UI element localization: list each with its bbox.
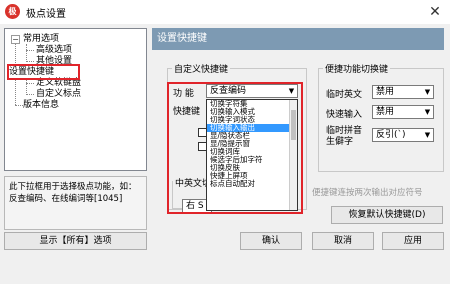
tree-connector <box>26 44 27 62</box>
tree-item-version-info[interactable]: 版本信息 <box>23 100 59 111</box>
quick-input-value: 禁用 <box>376 107 395 117</box>
temp-english-value: 禁用 <box>376 87 395 97</box>
quick-input-select[interactable]: 禁用 ▼ <box>372 105 434 119</box>
panel-header: 设置快捷键 <box>152 28 444 50</box>
highlight-box <box>7 64 80 80</box>
tree-item-custom-punctuation[interactable]: 自定义标点 <box>36 89 81 100</box>
tree-item-advanced-options[interactable]: 高级选项 <box>36 45 72 56</box>
tree-connector <box>26 94 34 95</box>
window-title: 极点设置 <box>26 9 66 20</box>
tree-connector <box>26 50 34 51</box>
title-bar: 极 极点设置 ✕ <box>0 0 450 24</box>
chevron-down-icon: ▼ <box>424 88 431 96</box>
double-press-hint: 便捷键连按两次输出对应符号 <box>312 188 423 198</box>
close-button[interactable]: ✕ <box>426 3 444 21</box>
settings-tree: − 常用选项 高级选项 其他设置 − 设置快捷键 定义软键盘 自定义标点 版本信… <box>4 28 147 171</box>
custom-shortcut-group-title: 自定义快捷键 <box>172 62 231 75</box>
temp-pinyin-label: 临时拼音 生僻字 <box>326 126 363 147</box>
quick-switch-group-title: 便捷功能切换键 <box>323 62 391 75</box>
temp-pinyin-value: 反引(`) <box>376 130 406 140</box>
tree-item-common-options[interactable]: 常用选项 <box>23 34 59 45</box>
tree-connector <box>26 83 34 84</box>
show-all-options-button[interactable]: 显示【所有】选项 <box>4 232 147 250</box>
restore-default-shortcuts-button[interactable]: 恢复默认快捷键(D) <box>331 206 443 224</box>
chevron-down-icon: ▼ <box>424 108 431 116</box>
app-logo-icon: 极 <box>5 4 20 19</box>
tree-collapse-icon[interactable]: − <box>11 35 20 44</box>
temp-english-label: 临时英文 <box>326 90 363 100</box>
temp-english-select[interactable]: 禁用 ▼ <box>372 85 434 99</box>
tree-connector <box>15 105 23 106</box>
temp-pinyin-select[interactable]: 反引(`) ▼ <box>372 128 434 142</box>
apply-button[interactable]: 应用 <box>382 232 444 250</box>
highlight-box <box>167 82 303 214</box>
quick-input-label: 快速输入 <box>326 110 363 120</box>
tree-connector <box>26 61 34 62</box>
cancel-button[interactable]: 取消 <box>312 232 374 250</box>
confirm-button[interactable]: 确认 <box>240 232 302 250</box>
chevron-down-icon: ▼ <box>424 131 431 139</box>
description-text: 此下拉框用于选择极点功能，如：反查编码、在线编词等[1045] <box>4 176 147 230</box>
quick-switch-group <box>318 68 444 172</box>
